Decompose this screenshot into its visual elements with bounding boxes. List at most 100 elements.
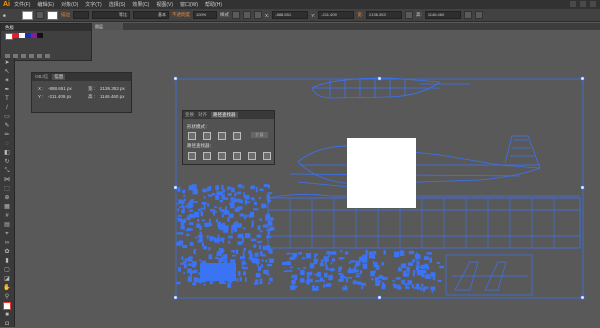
part-shape[interactable]	[426, 266, 430, 270]
part-shape[interactable]	[221, 213, 224, 218]
part-shape[interactable]	[430, 272, 436, 278]
part-shape[interactable]	[255, 187, 258, 193]
part-shape[interactable]	[259, 218, 263, 221]
part-shape[interactable]	[381, 284, 386, 290]
part-shape[interactable]	[290, 285, 296, 290]
part-shape[interactable]	[373, 251, 377, 255]
part-shape[interactable]	[408, 250, 415, 255]
part-shape[interactable]	[231, 228, 233, 234]
part-shape[interactable]	[219, 207, 222, 211]
part-shape[interactable]	[218, 248, 224, 254]
part-shape[interactable]	[188, 222, 194, 225]
part-shape[interactable]	[176, 203, 179, 205]
part-shape[interactable]	[221, 184, 224, 190]
part-shape[interactable]	[244, 214, 248, 218]
part-shape[interactable]	[209, 209, 213, 212]
part-shape[interactable]	[258, 196, 261, 200]
part-shape[interactable]	[181, 209, 185, 214]
artwork-canvas[interactable]	[0, 0, 600, 327]
part-shape[interactable]	[345, 277, 348, 283]
part-shape[interactable]	[233, 250, 235, 253]
part-shape[interactable]	[202, 188, 207, 193]
part-block[interactable]	[200, 263, 236, 281]
part-shape[interactable]	[402, 272, 405, 277]
part-shape[interactable]	[179, 206, 185, 208]
exclude-icon[interactable]	[233, 132, 241, 140]
part-shape[interactable]	[263, 184, 267, 187]
part-shape[interactable]	[429, 257, 432, 263]
part-shape[interactable]	[190, 243, 193, 246]
part-shape[interactable]	[394, 251, 400, 258]
part-shape[interactable]	[297, 252, 303, 255]
part-shape[interactable]	[177, 218, 180, 222]
part-shape[interactable]	[268, 220, 273, 226]
part-shape[interactable]	[233, 227, 238, 233]
part-shape[interactable]	[261, 203, 267, 209]
part-shape[interactable]	[267, 199, 271, 202]
part-shape[interactable]	[220, 256, 224, 263]
part-shape[interactable]	[207, 203, 210, 207]
part-shape[interactable]	[416, 259, 419, 262]
part-shape[interactable]	[188, 185, 194, 191]
part-shape[interactable]	[199, 225, 202, 230]
part-shape[interactable]	[181, 256, 184, 261]
part-shape[interactable]	[208, 194, 213, 197]
part-shape[interactable]	[263, 270, 268, 275]
unite-icon[interactable]	[188, 132, 196, 140]
part-shape[interactable]	[202, 219, 205, 222]
part-shape[interactable]	[319, 277, 323, 282]
part-shape[interactable]	[361, 286, 364, 290]
part-shape[interactable]	[361, 282, 366, 286]
part-shape[interactable]	[325, 283, 330, 287]
part-shape[interactable]	[290, 266, 293, 269]
part-shape[interactable]	[182, 245, 188, 249]
outline-icon[interactable]	[248, 152, 256, 160]
part-shape[interactable]	[192, 261, 197, 266]
part-shape[interactable]	[267, 201, 270, 204]
part-shape[interactable]	[356, 264, 360, 267]
part-shape[interactable]	[222, 254, 228, 260]
part-shape[interactable]	[258, 266, 261, 271]
part-shape[interactable]	[361, 255, 366, 258]
part-shape[interactable]	[177, 215, 182, 217]
part-shape[interactable]	[328, 251, 333, 255]
part-shape[interactable]	[368, 251, 374, 255]
part-shape[interactable]	[415, 285, 420, 289]
part-shape[interactable]	[220, 237, 225, 240]
part-shape[interactable]	[191, 199, 194, 202]
part-shape[interactable]	[250, 257, 253, 262]
part-shape[interactable]	[228, 235, 233, 239]
part-shape[interactable]	[355, 260, 361, 266]
part-shape[interactable]	[303, 267, 306, 269]
part-shape[interactable]	[330, 262, 333, 265]
part-shape[interactable]	[412, 259, 416, 263]
part-shape[interactable]	[383, 250, 387, 255]
part-shape[interactable]	[259, 230, 263, 233]
part-shape[interactable]	[313, 287, 319, 291]
part-shape[interactable]	[411, 284, 414, 288]
part-shape[interactable]	[218, 239, 224, 242]
part-shape[interactable]	[301, 257, 305, 260]
part-shape[interactable]	[178, 267, 181, 272]
part-shape[interactable]	[255, 272, 261, 278]
part-shape[interactable]	[423, 256, 429, 260]
part-shape[interactable]	[259, 188, 264, 191]
part-shape[interactable]	[198, 238, 203, 243]
part-shape[interactable]	[182, 189, 186, 194]
part-shape[interactable]	[178, 199, 183, 204]
part-shape[interactable]	[292, 252, 297, 257]
part-shape[interactable]	[216, 254, 221, 256]
part-shape[interactable]	[199, 259, 202, 262]
part-shape[interactable]	[344, 285, 347, 289]
part-shape[interactable]	[371, 278, 374, 281]
part-shape[interactable]	[323, 256, 329, 262]
part-shape[interactable]	[300, 277, 304, 283]
part-shape[interactable]	[381, 262, 385, 266]
part-shape[interactable]	[230, 259, 236, 264]
part-shape[interactable]	[235, 198, 241, 203]
part-shape[interactable]	[203, 204, 206, 209]
part-shape[interactable]	[297, 267, 300, 270]
part-shape[interactable]	[254, 201, 257, 205]
part-shape[interactable]	[181, 204, 184, 207]
part-shape[interactable]	[193, 269, 198, 274]
